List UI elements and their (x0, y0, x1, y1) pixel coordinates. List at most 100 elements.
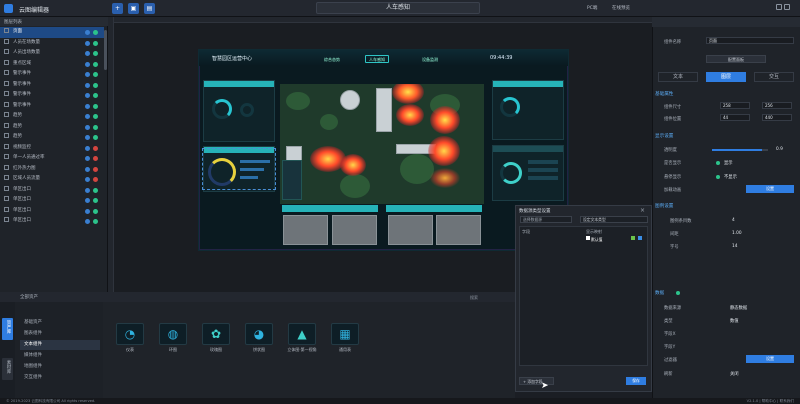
layer-scrollbar[interactable] (104, 30, 107, 70)
dashboard-tab-people[interactable]: 人车感知 (369, 57, 385, 63)
visibility-icon[interactable] (93, 187, 98, 193)
lock-icon[interactable] (85, 145, 90, 151)
layer-item[interactable]: 警示事件 (0, 101, 104, 112)
layer-item[interactable]: 单一人员通过率 (0, 153, 104, 164)
refresh-value[interactable]: 关闭 (730, 371, 739, 377)
lock-icon[interactable] (85, 40, 90, 46)
lock-icon[interactable] (85, 219, 90, 224)
save-icon[interactable]: ▤ (144, 3, 155, 14)
legend-count-value[interactable]: 4 (732, 218, 735, 223)
visibility-icon[interactable] (93, 198, 98, 203)
asset-thumbnail[interactable]: ◕ (245, 323, 273, 345)
device-select[interactable]: PC端 (587, 5, 597, 11)
visibility-icon[interactable] (93, 103, 98, 109)
lock-icon[interactable] (85, 72, 90, 77)
show-radio-icon[interactable] (716, 161, 720, 165)
camera-feed-1[interactable] (283, 215, 328, 245)
x-input[interactable]: 44 (720, 114, 750, 121)
lock-icon[interactable] (85, 198, 90, 203)
asset-thumbnail[interactable]: ▲ (288, 323, 316, 345)
hover-radio-icon[interactable] (716, 175, 720, 179)
layer-item[interactable]: 单区出口 (0, 216, 104, 227)
preview-toggle[interactable]: 在线预览 (612, 5, 630, 11)
layer-item[interactable]: 单区出口 (0, 185, 104, 196)
section-display[interactable]: 显示设置 (655, 133, 673, 139)
asset-thumbnail[interactable]: ✿ (202, 323, 230, 345)
anim-setting-button[interactable]: 设置 (746, 185, 794, 193)
visibility-icon[interactable] (93, 156, 98, 161)
layer-item[interactable]: 视频监控 (0, 143, 104, 154)
layer-item[interactable]: 人员出场数量 (0, 48, 104, 59)
style-panel-button[interactable]: 配置面板 (706, 55, 766, 63)
tab-interaction[interactable]: 交互 (754, 72, 794, 82)
opacity-slider[interactable] (712, 149, 768, 151)
layer-item[interactable]: 页面 (0, 27, 104, 38)
layer-item[interactable]: 警示事件 (0, 90, 104, 101)
section-basic[interactable]: 基础属性 (655, 91, 673, 97)
asset-thumbnail[interactable]: ◔ (116, 323, 144, 345)
lock-icon[interactable] (85, 114, 90, 119)
lock-icon[interactable] (85, 51, 90, 56)
visibility-icon[interactable] (93, 40, 98, 46)
layer-item[interactable]: 趋势 (0, 111, 104, 122)
dialog-type-dropdown[interactable]: 设定文本类型 (580, 216, 648, 223)
lock-icon[interactable] (85, 103, 90, 109)
asset-thumbnail[interactable]: ▦ (331, 323, 359, 345)
asset-tree-item[interactable]: 地图组件 (20, 362, 100, 372)
window-controls[interactable] (774, 4, 794, 13)
section-legend[interactable]: 图例设置 (655, 203, 673, 209)
asset-tree-item[interactable]: 交互组件 (20, 373, 100, 383)
asset-tree-item[interactable]: 基础资产 (20, 318, 100, 328)
width-input[interactable]: 258 (720, 102, 750, 109)
dialog-source-select[interactable]: 选择数据源 (520, 216, 572, 223)
asset-tab-library[interactable]: 资产库 (2, 318, 13, 340)
data-source-value[interactable]: 静态数据 (730, 305, 747, 311)
heatmap-map[interactable] (280, 84, 484, 204)
close-icon[interactable]: × (640, 207, 645, 214)
camera-feed-4[interactable] (436, 215, 481, 245)
asset-search-input[interactable]: 搜索 (470, 295, 494, 301)
lock-icon[interactable] (85, 166, 90, 172)
data-type-value[interactable]: 数值 (730, 318, 739, 324)
filter-setting-button[interactable]: 设置 (746, 355, 794, 363)
layer-item[interactable]: 警示事件 (0, 69, 104, 80)
layer-item[interactable]: 区域人员流量 (0, 174, 104, 185)
dialog-save-button[interactable]: 保存 (626, 377, 646, 385)
layer-item[interactable]: 趋势 (0, 132, 104, 143)
legend-font-value[interactable]: 14 (732, 244, 737, 249)
asset-tree-item[interactable]: 媒体组件 (20, 351, 100, 361)
visibility-icon[interactable] (93, 114, 98, 119)
legend-gap-value[interactable]: 1.00 (732, 231, 742, 236)
visibility-icon[interactable] (93, 93, 98, 98)
lock-icon[interactable] (85, 208, 90, 214)
dashboard-tab-devices[interactable]: 设备监测 (422, 57, 438, 63)
add-icon[interactable]: + (112, 3, 123, 14)
document-title[interactable]: 人车感知 (316, 2, 480, 14)
height-input[interactable]: 256 (762, 102, 792, 109)
asset-tree-item[interactable]: 文本组件 (20, 340, 100, 350)
asset-thumbnail[interactable]: ◍ (159, 323, 187, 345)
lock-icon[interactable] (85, 156, 90, 161)
section-data[interactable]: 数据 (655, 290, 664, 296)
visibility-icon[interactable] (93, 166, 98, 172)
asset-tree-item[interactable]: 图表组件 (20, 329, 100, 339)
selection-box[interactable] (202, 148, 276, 190)
asset-toolbar-label[interactable]: 全部资产 (20, 294, 38, 300)
lock-icon[interactable] (85, 61, 90, 67)
layer-item[interactable]: 红外热力图 (0, 164, 104, 175)
visibility-icon[interactable] (93, 124, 98, 130)
dialog-row-confirm-icon[interactable] (631, 236, 635, 240)
visibility-icon[interactable] (93, 82, 98, 88)
lock-icon[interactable] (85, 135, 90, 140)
visibility-icon[interactable] (93, 208, 98, 214)
fullscreen-icon[interactable] (776, 4, 782, 10)
lock-icon[interactable] (85, 93, 90, 98)
lock-icon[interactable] (85, 30, 90, 35)
layer-item[interactable]: 单区出口 (0, 195, 104, 206)
lock-icon[interactable] (85, 177, 90, 182)
visibility-icon[interactable] (93, 145, 98, 151)
layer-item[interactable]: 趋势 (0, 122, 104, 133)
dashboard-tab-overview[interactable]: 综合态势 (324, 57, 340, 63)
tab-text[interactable]: 文本 (658, 72, 698, 82)
visibility-icon[interactable] (93, 219, 98, 224)
